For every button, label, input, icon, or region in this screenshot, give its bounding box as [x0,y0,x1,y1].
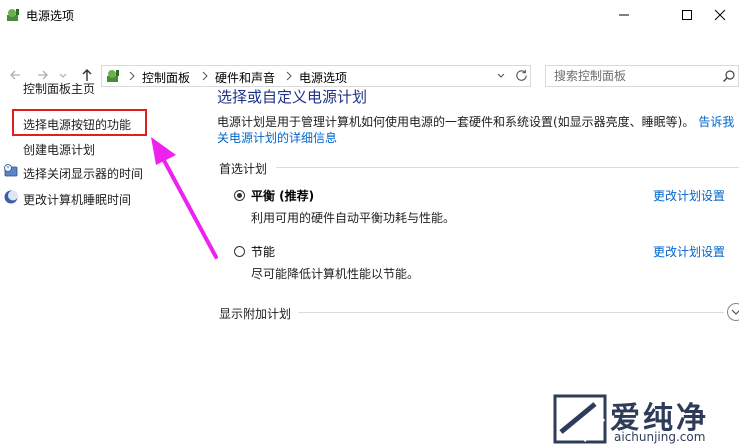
window-title: 电源选项 [26,9,75,23]
plan-power-saver-radio[interactable] [234,246,245,257]
page-description: 电源计划是用于管理计算机如何使用电源的一套硬件和系统设置(如显示器亮度、睡眠等)… [217,113,734,130]
sidebar-item-sleep-time[interactable]: 更改计算机睡眠时间 [23,191,131,208]
sidebar-item-create-power-plan[interactable]: 创建电源计划 [23,141,95,158]
additional-plans-heading[interactable]: 显示附加计划 [219,305,291,322]
section-divider [298,312,724,313]
refresh-icon[interactable] [514,68,529,83]
sleep-moon-icon [4,190,18,204]
breadcrumb-chevron-icon[interactable] [200,69,210,83]
sidebar-item-display-off-time[interactable]: 选择关闭显示器的时间 [23,165,143,182]
expand-additional-plans-button[interactable] [727,303,739,321]
close-icon [714,9,726,21]
tell-me-link[interactable]: 告诉我 [698,115,734,129]
back-arrow-icon[interactable] [8,67,24,83]
plan-power-saver-desc: 尽可能降低计算机性能以节能。 [251,267,420,281]
breadcrumb-hardware-sound[interactable]: 硬件和声音 [215,69,275,86]
address-bar: 控制面板 硬件和声音 电源选项 [0,31,739,87]
preferred-plans-heading: 首选计划 [219,162,268,176]
sidebar-item-control-panel-home[interactable]: 控制面板主页 [23,80,95,97]
plan-power-saver-change-settings-link[interactable]: 更改计划设置 [653,243,725,260]
power-plan-details-link[interactable]: 关电源计划的详细信息 [217,129,337,146]
search-icon[interactable] [722,69,736,83]
breadcrumb-power-options[interactable]: 电源选项 [299,69,347,86]
close-button[interactable] [701,0,739,30]
plan-balanced-name[interactable]: 平衡 (推荐) [251,187,314,204]
address-dropdown-chevron-icon[interactable] [496,71,506,81]
minimize-icon [619,14,629,16]
search-input[interactable] [546,66,724,86]
breadcrumb-control-panel[interactable]: 控制面板 [142,69,190,86]
power-options-icon [7,9,19,21]
minimize-button[interactable] [601,0,647,30]
breadcrumb-chevron-icon[interactable] [284,69,294,83]
annotation-arrow-icon [151,137,218,259]
highlight-box [12,109,147,136]
page-title: 选择或自定义电源计划 [217,88,368,106]
plan-balanced-radio[interactable] [234,190,245,201]
radio-selected-dot [237,193,242,198]
plan-power-saver-name[interactable]: 节能 [251,243,275,260]
display-timer-icon [4,164,18,177]
control-panel-icon [107,70,119,82]
breadcrumb-chevron-icon[interactable] [127,69,137,83]
section-divider [276,167,739,168]
chevron-down-icon [731,309,739,315]
title-bar: 电源选项 [0,0,739,30]
watermark-url: aichunjing.com [614,430,706,444]
maximize-icon [682,10,692,20]
plan-balanced-change-settings-link[interactable]: 更改计划设置 [653,187,725,204]
plan-balanced-desc: 利用可用的硬件自动平衡功耗与性能。 [251,211,456,225]
search-box [545,65,739,87]
description-text: 电源计划是用于管理计算机如何使用电源的一套硬件和系统设置(如显示器亮度、睡眠等)… [217,115,695,129]
